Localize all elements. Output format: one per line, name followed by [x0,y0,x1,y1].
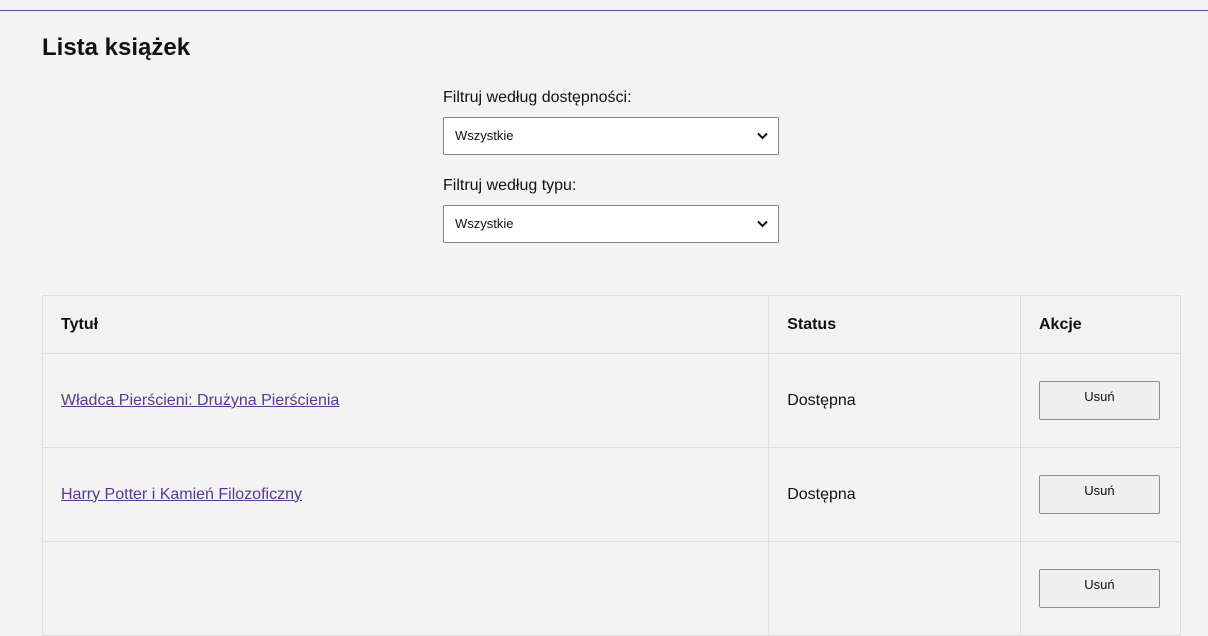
table-row: Władca Pierścieni: Drużyna Pierścienia D… [41,353,1182,448]
chevron-down-icon [757,206,768,242]
availability-filter-label: Filtruj według dostępności: [443,89,632,106]
type-filter-value: Wszystkie [455,216,514,231]
availability-filter-value: Wszystkie [455,128,514,143]
book-title-link[interactable]: Harry Potter i Kamień Filozoficzny [61,486,302,503]
actions-cell: Usuń [1019,447,1182,542]
actions-cell: Usuń [1019,541,1182,636]
availability-filter-select[interactable]: Wszystkie [443,117,779,155]
filters-panel: Filtruj według dostępności: Wszystkie Fi… [443,88,780,264]
title-cell: Harry Potter i Kamień Filozoficzny [41,447,770,542]
type-filter-select[interactable]: Wszystkie [443,205,779,243]
actions-cell: Usuń [1019,353,1182,448]
chevron-down-icon [757,118,768,154]
page-title: Lista książek [42,34,191,61]
status-cell [768,541,1021,636]
column-header-status: Status [768,295,1021,354]
top-divider [0,10,1208,11]
delete-button[interactable]: Usuń [1038,569,1160,608]
books-table: Tytuł Status Akcje Władca Pierścieni: Dr… [41,295,1182,636]
status-cell: Dostępna [768,353,1021,448]
table-row: Harry Potter i Kamień Filozoficzny Dostę… [41,447,1182,542]
table-header-row: Tytuł Status Akcje [41,295,1182,354]
title-cell: Władca Pierścieni: Drużyna Pierścienia [41,353,770,448]
title-cell [41,541,770,636]
book-title-link[interactable]: Władca Pierścieni: Drużyna Pierścienia [61,392,339,409]
column-header-title: Tytuł [41,295,770,354]
status-cell: Dostępna [768,447,1021,542]
delete-button[interactable]: Usuń [1038,381,1160,420]
type-filter-label: Filtruj według typu: [443,177,577,194]
column-header-actions: Akcje [1019,295,1182,354]
delete-button[interactable]: Usuń [1038,475,1160,514]
table-row: Usuń [41,541,1182,636]
